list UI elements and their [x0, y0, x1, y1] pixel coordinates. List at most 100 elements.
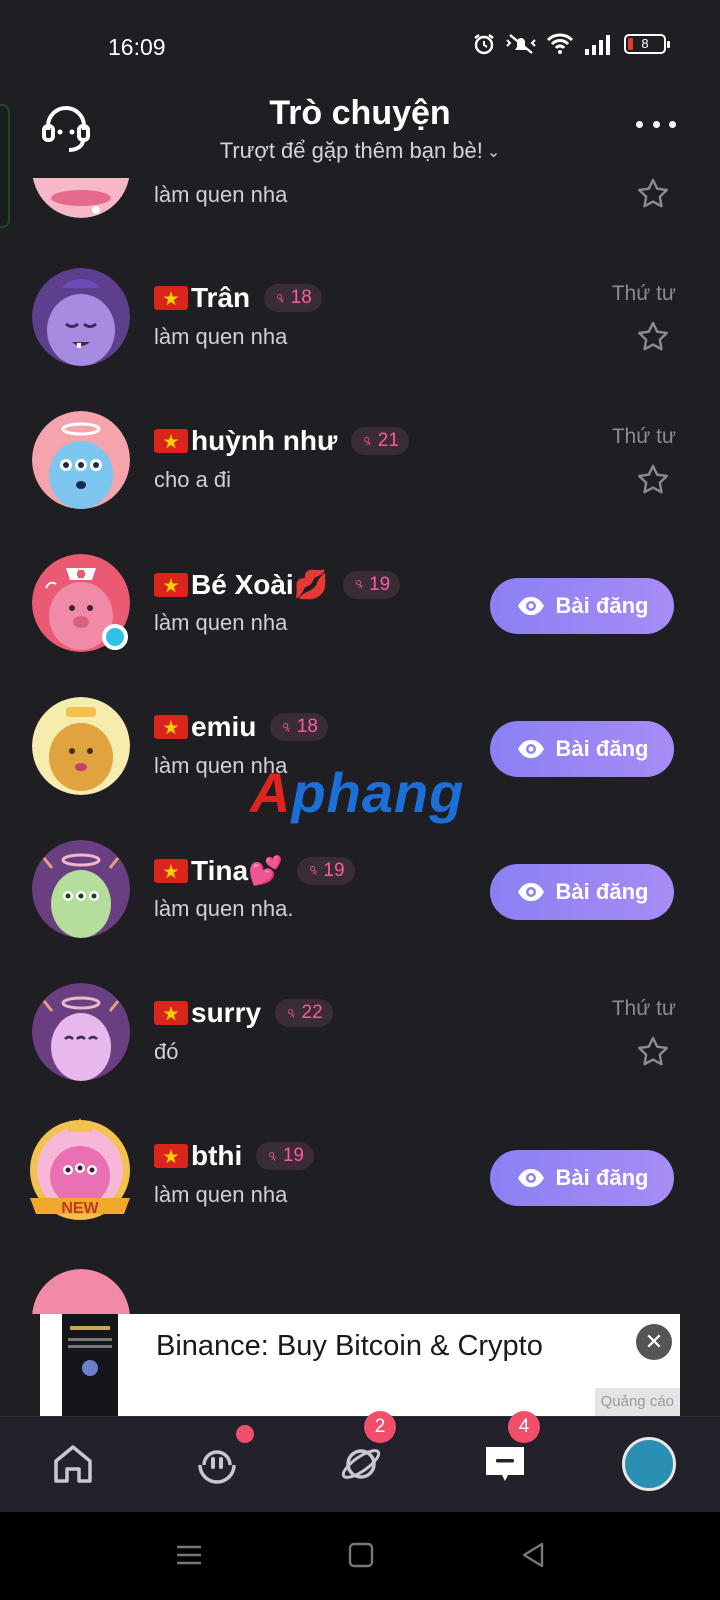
- name-row: Bé Xoài💋 ♀ 19: [154, 568, 401, 601]
- signal-icon: [585, 35, 610, 55]
- alarm-icon: [474, 34, 494, 55]
- star-icon[interactable]: [636, 178, 670, 211]
- vietnam-flag-icon: [154, 858, 188, 883]
- eye-icon: [517, 883, 544, 901]
- nav-profile[interactable]: [576, 1417, 720, 1513]
- chat-icon: [486, 1447, 524, 1481]
- profile-avatar: [622, 1437, 676, 1491]
- view-posts-button[interactable]: Bài đăng: [490, 1150, 674, 1206]
- ad-banner[interactable]: Binance: Buy Bitcoin & Crypto ✕ Quảng cá…: [40, 1314, 680, 1416]
- mute-icon: [506, 34, 536, 54]
- chat-row[interactable]: Bé Xoài💋 ♀ 19 làm quen nha Bài đăng: [0, 554, 720, 694]
- age-badge: ♀ 19: [256, 1142, 314, 1170]
- system-nav-bar: [0, 1512, 720, 1600]
- chat-time: Thứ tư: [611, 282, 676, 305]
- chat-message: đó: [154, 1039, 179, 1064]
- chevron-down-icon: ⌄: [486, 144, 501, 162]
- eye-icon: [517, 597, 544, 615]
- chat-message: làm quen nha: [154, 610, 288, 635]
- name-row: emiu ♀ 18: [154, 711, 328, 743]
- chat-row[interactable]: Trân ♀ 18 làm quen nha Thứ tư: [0, 268, 720, 408]
- back-icon[interactable]: [518, 1540, 548, 1570]
- avatar: [32, 411, 130, 509]
- chat-row[interactable]: emiu ♀ 18 làm quen nha Bài đăng: [0, 697, 720, 837]
- age-badge: ♀ 19: [296, 856, 355, 885]
- name-row: surry ♀ 22: [154, 997, 333, 1029]
- female-icon: ♀: [276, 714, 298, 739]
- vietnam-flag-icon: [154, 286, 188, 310]
- wifi-icon: [546, 33, 574, 54]
- subtitle-text: Trượt để gặp thêm bạn bè!: [219, 138, 483, 163]
- name-row: Tina💕 ♀ 19: [154, 854, 355, 887]
- contact-name: bthi: [191, 1140, 243, 1171]
- view-posts-label: Bài đăng: [555, 1165, 649, 1190]
- star-icon[interactable]: [636, 463, 670, 497]
- home-button-icon[interactable]: [346, 1540, 376, 1570]
- name-row: bthi ♀ 19: [154, 1140, 314, 1172]
- avatar-new-frame: NEW: [24, 1114, 136, 1232]
- planet-icon: [341, 1449, 381, 1479]
- page-title: Trò chuyện: [269, 94, 451, 132]
- contact-name: surry: [191, 997, 262, 1028]
- female-icon: ♀: [261, 1143, 284, 1168]
- chat-row[interactable]: làm quen nha: [0, 178, 720, 240]
- contact-name: Tina💕: [191, 855, 283, 886]
- chat-time: Thứ tư: [611, 425, 676, 448]
- chat-badge: 4: [508, 1411, 540, 1443]
- chat-row[interactable]: Tina💕 ♀ 19 làm quen nha. Bài đăng: [0, 840, 720, 980]
- view-posts-label: Bài đăng: [555, 593, 649, 618]
- female-icon: ♀: [348, 572, 370, 597]
- age-badge: ♀ 18: [270, 713, 328, 741]
- star-icon[interactable]: [636, 1035, 670, 1069]
- chat-message: làm quen nha: [154, 182, 288, 207]
- view-posts-button[interactable]: Bài đăng: [490, 864, 674, 920]
- notification-dot: [236, 1425, 254, 1443]
- chat-row[interactable]: surry ♀ 22 đó Thứ tư: [0, 983, 720, 1123]
- avatar: [32, 1269, 130, 1314]
- chat-row[interactable]: [0, 1269, 720, 1314]
- vietnam-flag-icon: [154, 715, 188, 739]
- chat-list: làm quen nha Trân ♀ 18 làm quen nha Thứ t…: [0, 178, 720, 1314]
- nav-home[interactable]: [0, 1417, 144, 1513]
- view-posts-button[interactable]: Bài đăng: [490, 578, 674, 634]
- contact-name: Bé Xoài💋: [191, 569, 329, 600]
- vietnam-flag-icon: [154, 1144, 188, 1168]
- more-icon[interactable]: [636, 114, 676, 134]
- vietnam-flag-icon: [154, 1001, 188, 1025]
- avatar: [32, 697, 130, 795]
- star-icon[interactable]: [636, 320, 670, 354]
- view-posts-label: Bài đăng: [555, 736, 649, 761]
- ad-close-button[interactable]: ✕: [636, 1324, 672, 1360]
- chat-message: làm quen nha.: [154, 896, 294, 921]
- ad-thumbnail: [62, 1314, 118, 1416]
- age-badge: ♀ 19: [342, 570, 401, 599]
- chat-row[interactable]: NEW bthi ♀ 19 làm quen nha Bài đăng: [0, 1118, 720, 1266]
- nav-match[interactable]: [144, 1417, 288, 1513]
- vietnam-flag-icon: [154, 429, 188, 453]
- name-row: huỳnh như ♀ 21: [154, 425, 409, 457]
- female-icon: ♀: [302, 858, 325, 883]
- avatar: [32, 983, 130, 1081]
- contact-name: emiu: [191, 711, 257, 742]
- age-badge: ♀ 21: [351, 427, 409, 455]
- female-icon: ♀: [280, 1000, 303, 1025]
- contact-name: huỳnh như: [191, 425, 338, 456]
- chat-row[interactable]: huỳnh như ♀ 21 cho a đi Thứ tư: [0, 411, 720, 551]
- ad-title[interactable]: Binance: Buy Bitcoin & Crypto: [156, 1330, 543, 1363]
- status-time: 16:09: [108, 34, 166, 60]
- chat-message: làm quen nha: [154, 324, 288, 349]
- nav-chat[interactable]: 4: [432, 1411, 576, 1513]
- view-posts-button[interactable]: Bài đăng: [490, 721, 674, 777]
- home-icon: [54, 1445, 92, 1483]
- header: Trò chuyện Trượt để gặp thêm bạn bè! ⌄: [0, 88, 720, 178]
- name-row: Trân ♀ 18: [154, 282, 322, 314]
- recent-apps-icon[interactable]: [174, 1540, 204, 1570]
- match-icon: [198, 1450, 236, 1484]
- new-badge: NEW: [61, 1200, 99, 1217]
- avatar: [32, 840, 130, 938]
- ad-label: Quảng cáo: [594, 1388, 680, 1416]
- eye-icon: [517, 1169, 544, 1187]
- nav-planet[interactable]: 2: [288, 1411, 432, 1513]
- eye-icon: [517, 740, 544, 758]
- swipe-subtitle[interactable]: Trượt để gặp thêm bạn bè! ⌄: [0, 138, 720, 164]
